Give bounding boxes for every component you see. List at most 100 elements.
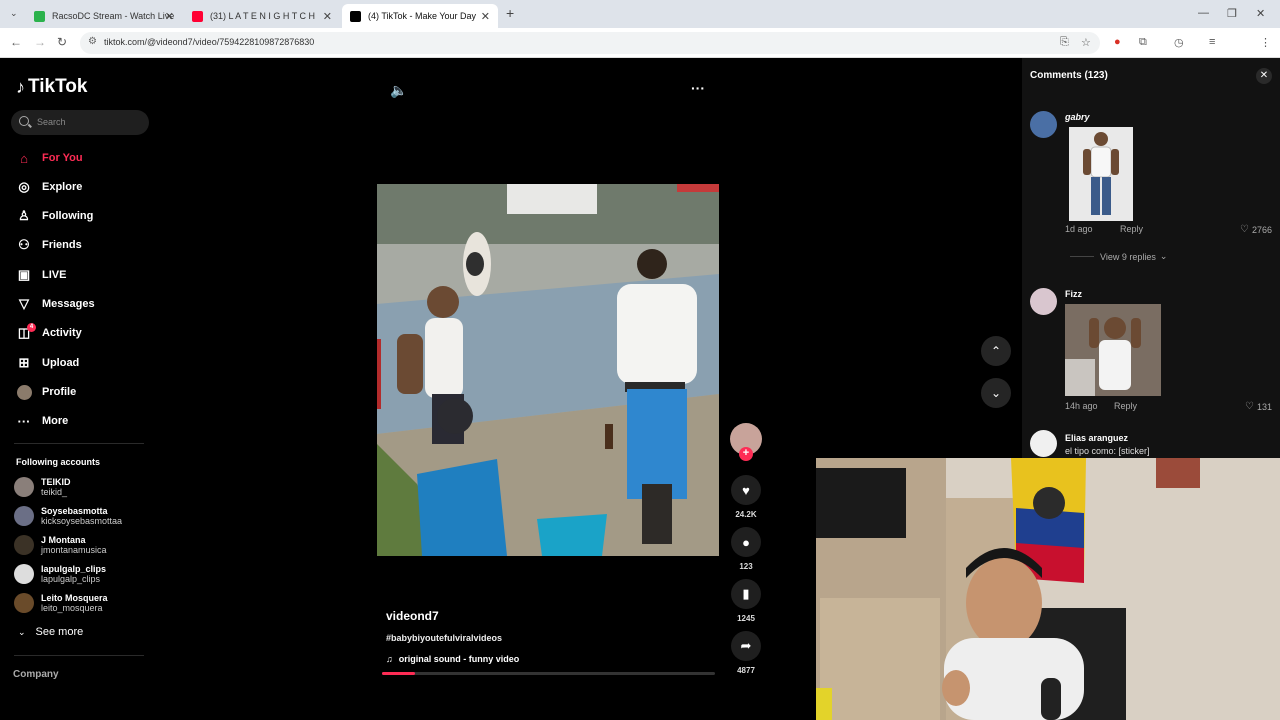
avatar bbox=[14, 506, 34, 526]
media-control-icon[interactable]: ≡ bbox=[1209, 36, 1215, 48]
url-text: tiktok.com/@videond7/video/7594228109872… bbox=[104, 37, 315, 47]
bookmark-star-icon[interactable]: ☆ bbox=[1081, 36, 1091, 49]
webcam-frame bbox=[816, 458, 1280, 720]
new-tab-button[interactable]: + bbox=[506, 5, 514, 21]
following-icon: ♙ bbox=[18, 208, 30, 223]
account-leito-mosquera[interactable]: Leito Mosquera leito_mosquera bbox=[14, 591, 108, 615]
tiktok-note-icon: ♪ bbox=[16, 76, 25, 97]
live-icon: ▣ bbox=[17, 267, 31, 282]
comment-button[interactable]: ● 123 bbox=[728, 527, 764, 571]
comment-username[interactable]: Elias aranguez bbox=[1065, 433, 1128, 443]
account-j-montana[interactable]: J Montana jmontanamusica bbox=[14, 533, 107, 557]
more-options-icon[interactable]: ··· bbox=[691, 80, 705, 96]
extensions-puzzle-icon[interactable]: ⧉ bbox=[1139, 36, 1147, 49]
tab-close-icon[interactable]: ✕ bbox=[165, 10, 174, 23]
nav-following[interactable]: ♙ Following bbox=[16, 206, 93, 226]
share-icon: ➦ bbox=[731, 631, 761, 661]
url-bar[interactable]: ⚙ tiktok.com/@videond7/video/75942281098… bbox=[80, 32, 1100, 54]
video-player[interactable] bbox=[377, 184, 719, 556]
avatar bbox=[14, 477, 34, 497]
like-button[interactable]: ♥ 24.2K bbox=[728, 475, 764, 519]
progress-fill bbox=[382, 672, 416, 675]
account-lapulgalp-clips[interactable]: lapulgalp_clips lapulgalp_clips bbox=[14, 562, 106, 586]
save-button[interactable]: ▮ 1245 bbox=[728, 579, 764, 623]
account-teikid[interactable]: TEIKID teikid_ bbox=[14, 475, 71, 499]
forward-icon[interactable]: → bbox=[34, 35, 46, 49]
close-comments-button[interactable]: ✕ bbox=[1256, 68, 1272, 84]
comment-time: 1d ago bbox=[1065, 224, 1093, 234]
follow-plus-icon[interactable]: + bbox=[739, 447, 753, 461]
bookmark-icon: ▮ bbox=[731, 579, 761, 609]
webcam-overlay bbox=[816, 458, 1280, 720]
extension-icon[interactable]: ● bbox=[1114, 36, 1121, 48]
view-replies-button[interactable]: View 9 replies ⌄ bbox=[1065, 251, 1167, 262]
comment-reply-button[interactable]: Reply bbox=[1114, 401, 1137, 411]
comment-text: el tipo como: [sticker] bbox=[1065, 446, 1150, 456]
comment-username[interactable]: Fizz bbox=[1065, 289, 1082, 299]
nav-upload[interactable]: ⊞ Upload bbox=[16, 353, 80, 373]
browser-menu-icon[interactable]: ⋮ bbox=[1260, 36, 1271, 49]
avatar bbox=[14, 564, 34, 584]
browser-tab-1[interactable]: RacsoDC Stream - Watch Live o ✕ bbox=[26, 4, 182, 28]
comment-reply-button[interactable]: Reply bbox=[1120, 224, 1143, 234]
compass-icon: ◎ bbox=[18, 179, 30, 194]
search-input[interactable]: Search bbox=[11, 110, 149, 135]
comments-title: Comments (123) bbox=[1030, 70, 1108, 81]
site-info-icon[interactable]: ⚙ bbox=[88, 36, 97, 47]
nav-for-you[interactable]: ⌂ For You bbox=[16, 148, 82, 168]
address-toolbar: ← → ↻ ⚙ tiktok.com/@videond7/video/75942… bbox=[0, 28, 1280, 76]
tiktok-favicon-icon bbox=[350, 10, 361, 22]
video-progress-bar[interactable] bbox=[382, 672, 715, 675]
previous-video-button[interactable]: ⌃ bbox=[981, 336, 1011, 366]
tiktok-logo[interactable]: ♪ TikTok bbox=[16, 76, 87, 98]
following-accounts-title: Following accounts bbox=[16, 457, 101, 467]
window-close-icon[interactable]: ✕ bbox=[1256, 7, 1265, 20]
upload-icon: ⊞ bbox=[18, 355, 30, 370]
nav-activity[interactable]: ◫ 4 Activity bbox=[16, 323, 82, 343]
comment-like-button[interactable]: ♡ 2766 bbox=[1240, 224, 1272, 235]
close-icon: ✕ bbox=[1259, 70, 1269, 81]
see-more-button[interactable]: ⌄ See more bbox=[18, 626, 83, 638]
video-sound[interactable]: ♫ original sound - funny video bbox=[386, 654, 519, 664]
browser-tab-2[interactable]: (31) L A T E N I G H T C H ✕ bbox=[184, 4, 340, 28]
install-app-icon[interactable]: ⎘ bbox=[1060, 36, 1069, 49]
nav-friends[interactable]: ⚇ Friends bbox=[16, 235, 82, 255]
comment-username[interactable]: gabry bbox=[1065, 112, 1090, 122]
account-soysebasmotta[interactable]: Soysebasmotta kicksoysebasmottaa bbox=[14, 504, 122, 528]
back-icon[interactable]: ← bbox=[10, 35, 22, 49]
volume-icon[interactable]: 🔈 bbox=[390, 82, 407, 99]
nav-live[interactable]: ▣ LIVE bbox=[16, 265, 67, 285]
activity-badge: 4 bbox=[27, 323, 36, 332]
sidebar: ♪ TikTok Search ⌂ For You ◎ Explore ♙ Fo… bbox=[0, 58, 160, 720]
history-icon[interactable]: ◷ bbox=[1174, 36, 1184, 49]
racso-favicon-icon bbox=[34, 10, 45, 22]
chevron-down-icon: ⌄ bbox=[990, 386, 1002, 400]
video-hashtag[interactable]: #babybiyoutefulviralvideos bbox=[386, 633, 502, 643]
share-button[interactable]: ➦ 4877 bbox=[728, 631, 764, 675]
profile-icon bbox=[16, 384, 32, 400]
minimize-icon[interactable]: — bbox=[1198, 7, 1209, 19]
restore-icon[interactable]: ❐ bbox=[1227, 7, 1237, 20]
video-username[interactable]: videond7 bbox=[386, 609, 439, 623]
avatar bbox=[14, 593, 34, 613]
company-link[interactable]: Company bbox=[13, 669, 59, 680]
tab-search-icon[interactable]: ⌄ bbox=[10, 8, 18, 19]
browser-tab-3-active[interactable]: (4) TikTok - Make Your Day ✕ bbox=[342, 4, 498, 28]
next-video-button[interactable]: ⌄ bbox=[981, 378, 1011, 408]
nav-profile[interactable]: Profile bbox=[16, 382, 76, 402]
activity-icon: ◫ 4 bbox=[16, 323, 36, 341]
avatar[interactable] bbox=[1030, 288, 1057, 315]
music-note-icon: ♫ bbox=[386, 654, 393, 664]
chevron-down-icon: ⌄ bbox=[1159, 251, 1168, 261]
comment-like-button[interactable]: ♡ 131 bbox=[1245, 401, 1272, 412]
avatar[interactable] bbox=[1030, 111, 1057, 138]
chevron-down-icon: ⌄ bbox=[18, 626, 26, 637]
avatar[interactable] bbox=[1030, 430, 1057, 457]
reload-icon[interactable]: ↻ bbox=[57, 35, 67, 49]
tab-close-icon[interactable]: ✕ bbox=[481, 10, 490, 23]
comment-icon: ● bbox=[731, 527, 761, 557]
tab-close-icon[interactable]: ✕ bbox=[323, 10, 332, 23]
nav-messages[interactable]: ▽ Messages bbox=[16, 294, 95, 314]
nav-more[interactable]: ··· More bbox=[16, 411, 69, 431]
nav-explore[interactable]: ◎ Explore bbox=[16, 177, 82, 197]
